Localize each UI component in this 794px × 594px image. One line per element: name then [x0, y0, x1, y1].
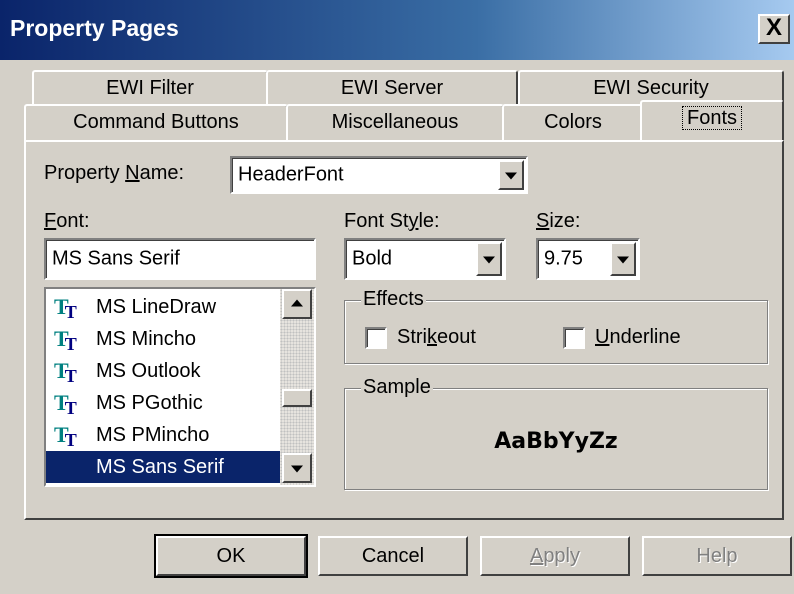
truetype-icon: TT	[54, 294, 77, 322]
list-item[interactable]: TT MS Mincho	[46, 323, 280, 355]
font-style-dropdown-button[interactable]	[476, 242, 502, 276]
truetype-icon: TT	[54, 390, 77, 418]
chevron-down-icon	[483, 256, 495, 264]
tab-ewi-server[interactable]: EWI Server	[266, 70, 518, 106]
tab-label: Miscellaneous	[331, 111, 459, 133]
apply-button[interactable]: Apply	[480, 536, 630, 576]
list-item[interactable]: TT MS PMincho	[46, 419, 280, 451]
property-name-dropdown-button[interactable]	[498, 160, 524, 190]
tab-label: EWI Server	[340, 77, 444, 99]
effects-title: Effects	[361, 288, 426, 311]
property-name-value: HeaderFont	[238, 163, 344, 186]
window-title: Property Pages	[10, 15, 179, 41]
effects-group: Effects Strikeout Underline	[344, 288, 768, 364]
strikeout-checkbox[interactable]	[365, 327, 387, 349]
help-button[interactable]: Help	[642, 536, 792, 576]
size-combo[interactable]: 9.75	[536, 238, 640, 280]
tab-label: Command Buttons	[73, 111, 239, 133]
tab-colors[interactable]: Colors	[502, 104, 644, 140]
property-name-label: Property Name:	[44, 162, 185, 184]
tab-label: Colors	[544, 111, 602, 133]
size-label: Size:	[536, 210, 581, 232]
list-item-selected[interactable]: MS Sans Serif	[46, 451, 280, 483]
underline-label[interactable]: Underline	[595, 326, 681, 349]
scroll-up-button[interactable]	[282, 289, 312, 319]
sample-preview-text: AaBbYyZz	[494, 429, 618, 454]
font-style-label: Font Style:	[344, 210, 440, 232]
ok-button[interactable]: OK	[154, 534, 308, 578]
font-style-combo[interactable]: Bold	[344, 238, 506, 280]
arrow-up-icon	[291, 299, 303, 307]
size-dropdown-button[interactable]	[610, 242, 636, 276]
tab-label: EWI Filter	[106, 77, 194, 99]
tab-command-buttons[interactable]: Command Buttons	[24, 104, 288, 140]
cancel-button[interactable]: Cancel	[318, 536, 468, 576]
sample-title: Sample	[361, 376, 433, 399]
tab-miscellaneous[interactable]: Miscellaneous	[286, 104, 504, 140]
font-label: Font:	[44, 210, 90, 232]
arrow-down-icon	[291, 465, 303, 473]
tab-ewi-filter[interactable]: EWI Filter	[32, 70, 268, 106]
tab-label: Fonts	[681, 106, 743, 130]
strikeout-label[interactable]: Strikeout	[397, 326, 476, 349]
list-item[interactable]: TT MS PGothic	[46, 387, 280, 419]
tab-label: EWI Security	[593, 77, 709, 99]
font-list[interactable]: TT MS LineDraw TT MS Mincho TT MS Outloo…	[44, 287, 316, 487]
scroll-thumb[interactable]	[282, 389, 312, 407]
underline-checkbox[interactable]	[563, 327, 585, 349]
list-item[interactable]: TT MS LineDraw	[46, 291, 280, 323]
close-button[interactable]: X	[758, 14, 790, 44]
property-name-combo[interactable]: HeaderFont	[230, 156, 528, 194]
truetype-icon: TT	[54, 326, 77, 354]
close-icon: X	[765, 14, 782, 41]
list-item[interactable]: TT MS Outlook	[46, 355, 280, 387]
font-list-scrollbar[interactable]	[280, 289, 314, 485]
chevron-down-icon	[617, 256, 629, 264]
tab-fonts[interactable]: Fonts	[640, 100, 784, 140]
font-input[interactable]: MS Sans Serif	[44, 238, 316, 280]
sample-group: Sample AaBbYyZz	[344, 376, 768, 490]
truetype-icon: TT	[54, 358, 77, 386]
scroll-down-button[interactable]	[282, 453, 312, 483]
truetype-icon: TT	[54, 422, 77, 450]
chevron-down-icon	[505, 172, 517, 180]
